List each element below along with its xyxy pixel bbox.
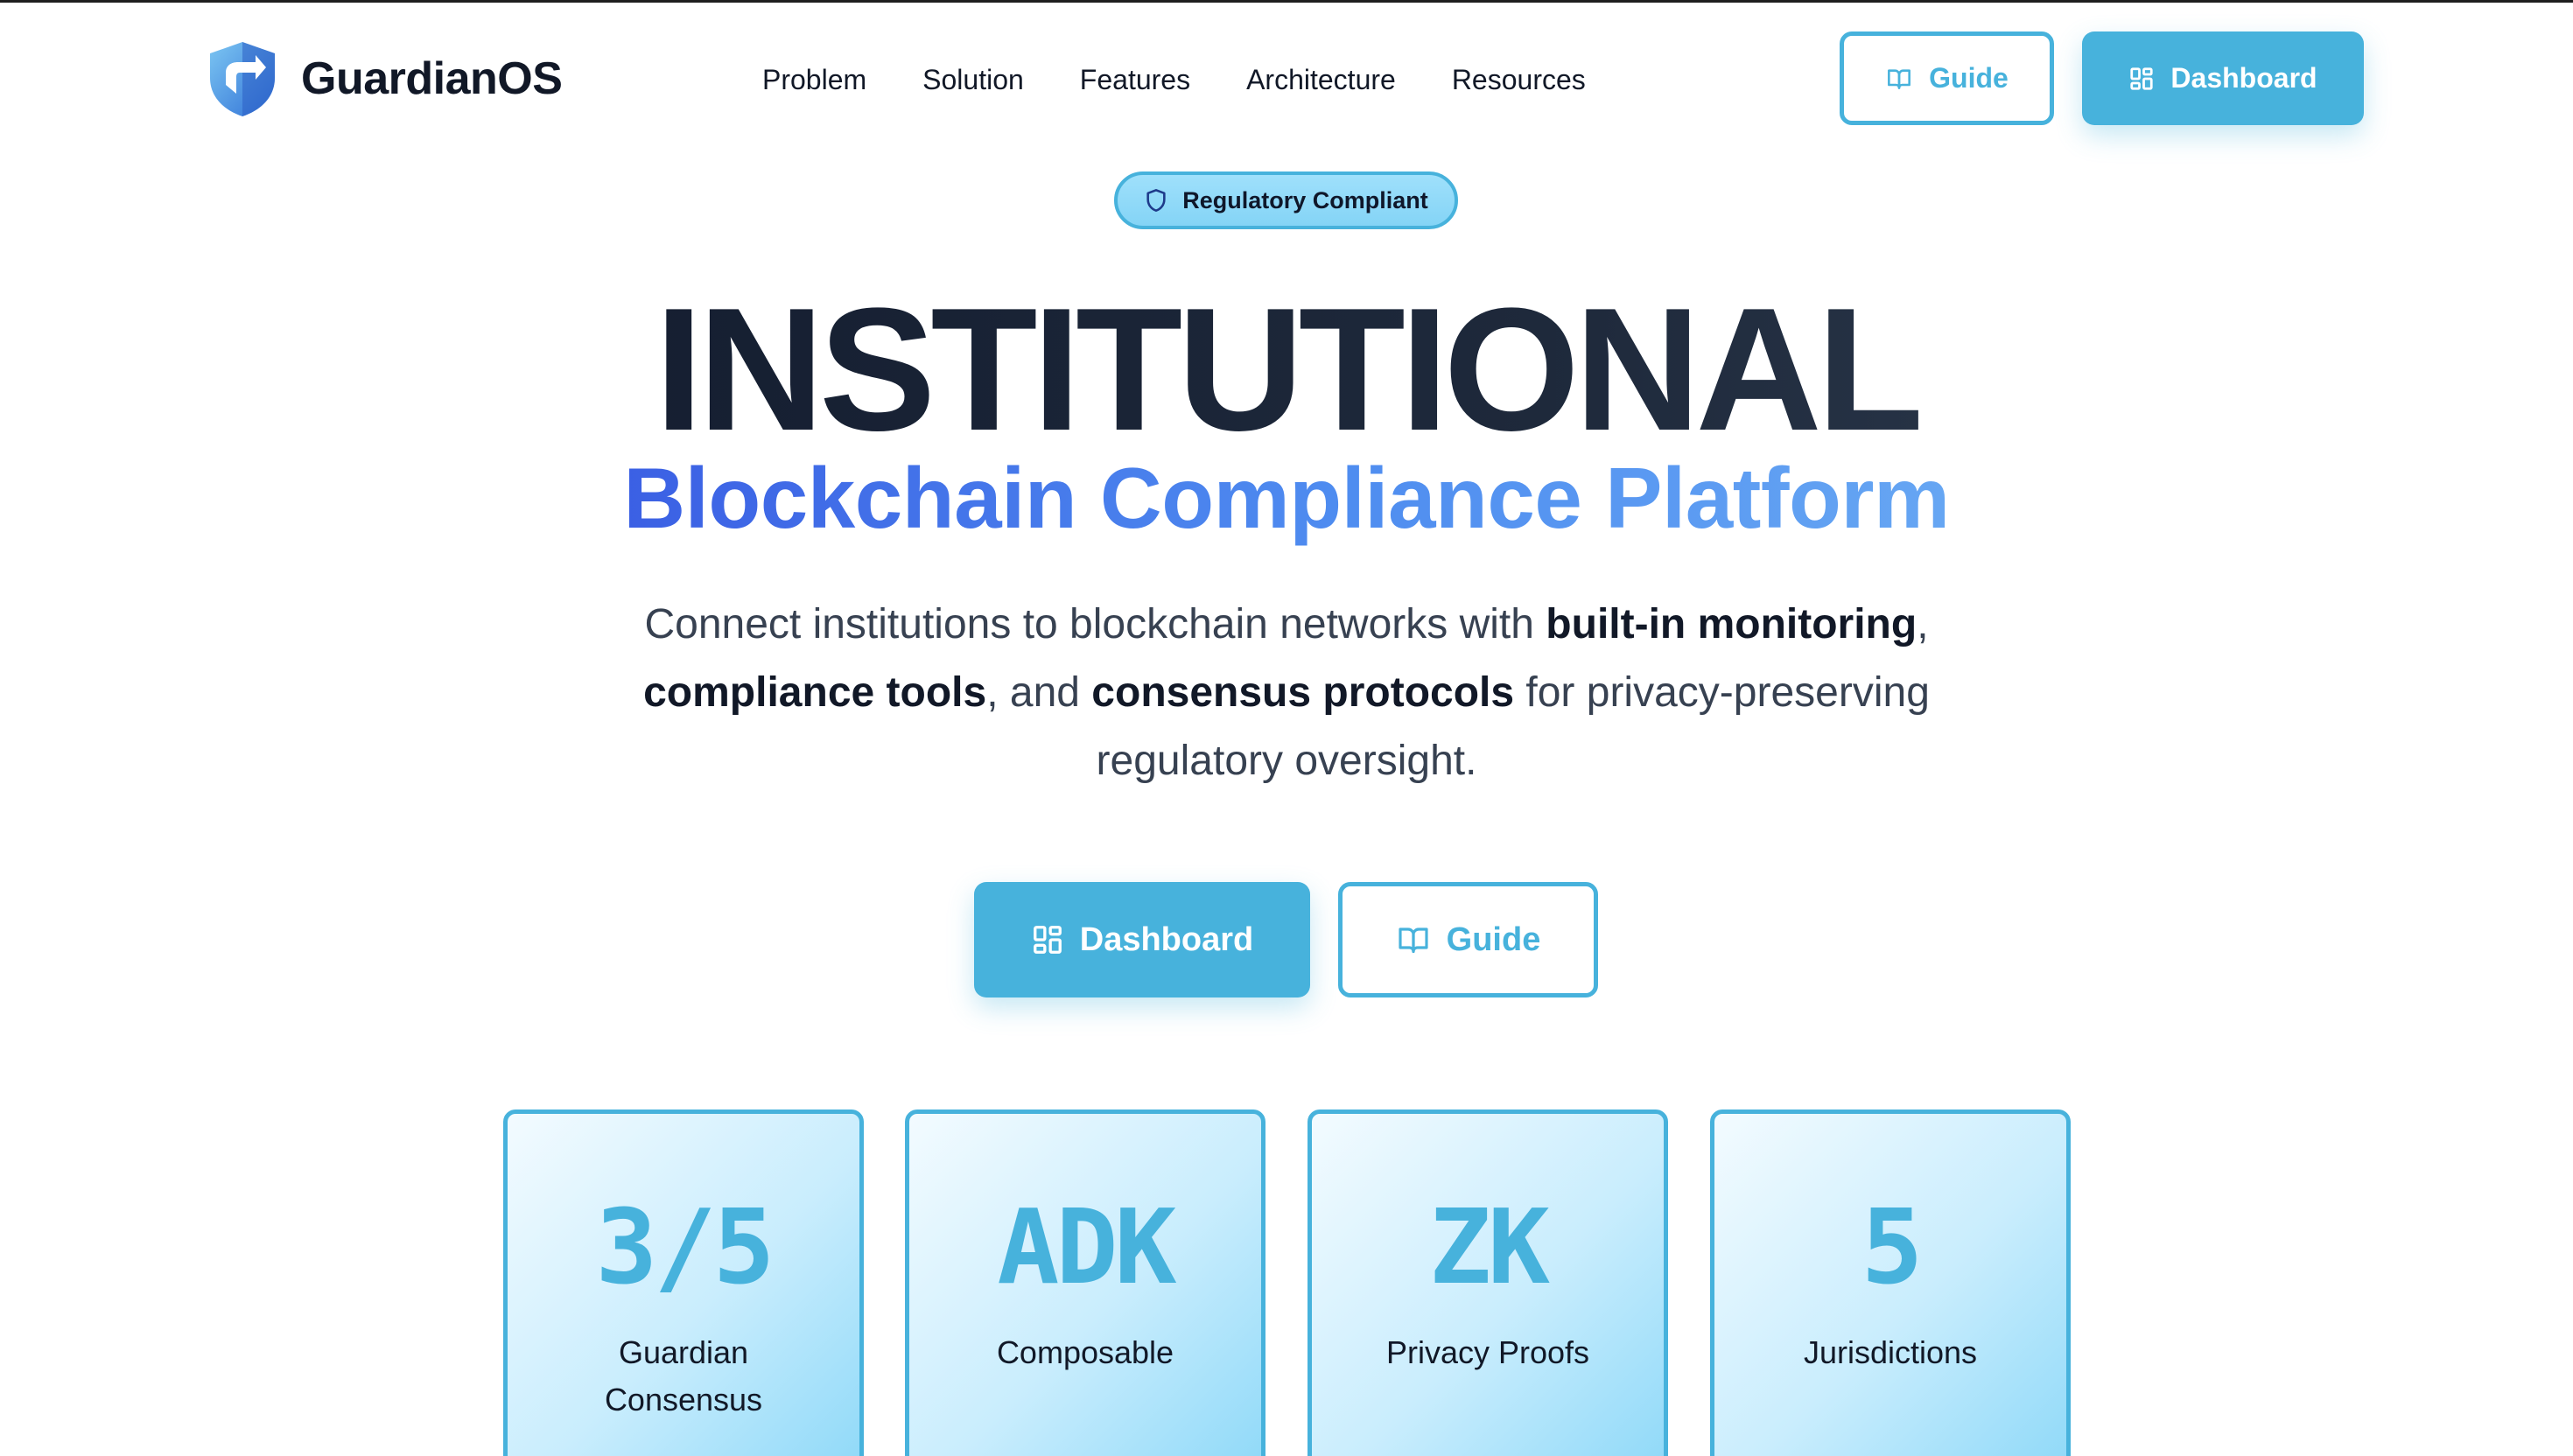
nav-link-resources[interactable]: Resources — [1452, 64, 1586, 96]
desc-bold-compliance: compliance tools — [643, 669, 987, 716]
desc-bold-consensus: consensus protocols — [1091, 669, 1515, 716]
hero-subheadline-text: Blockchain Compliance Platform — [623, 450, 1950, 546]
stat-value: ADK — [997, 1186, 1176, 1307]
book-open-icon — [1888, 68, 1911, 89]
hero-headline: INSTITUTIONAL — [0, 283, 2573, 458]
nav-guide-button[interactable]: Guide — [1840, 32, 2054, 125]
stat-value: 3/5 — [595, 1186, 775, 1307]
stat-value: ZK — [1428, 1186, 1550, 1307]
stat-label: Guardian Consensus — [604, 1334, 763, 1418]
nav-link-features[interactable]: Features — [1080, 64, 1190, 96]
stat-label: Privacy Proofs — [1385, 1334, 1590, 1370]
hero-guide-label: Guide — [1446, 920, 1541, 958]
stat-value: 5 — [1861, 1186, 1923, 1307]
stat-card-jurisdictions: 5 Jurisdictions — [1710, 1110, 2071, 1456]
brand-name: GuardianOS — [301, 53, 563, 104]
shield-logo-icon — [210, 42, 275, 116]
badge-label: Regulatory Compliant — [1182, 186, 1428, 214]
book-open-icon — [1399, 928, 1428, 954]
desc-bold-monitoring: built-in monitoring — [1546, 601, 1917, 648]
nav-dashboard-button[interactable]: Dashboard — [2082, 32, 2364, 125]
top-navbar: GuardianOS Problem Solution Features Arc… — [0, 3, 2573, 157]
hero-dashboard-button[interactable]: Dashboard — [974, 882, 1310, 998]
hero-guide-button[interactable]: Guide — [1338, 882, 1598, 998]
hero-description: Connect institutions to blockchain netwo… — [578, 591, 1995, 795]
desc-text-3: , and — [986, 669, 1092, 716]
primary-nav: Problem Solution Features Architecture R… — [762, 57, 1586, 102]
layout-grid-icon — [1033, 926, 1062, 954]
nav-guide-label: Guide — [1929, 62, 2009, 94]
desc-text-2: , — [1917, 601, 1929, 648]
nav-link-architecture[interactable]: Architecture — [1246, 64, 1396, 96]
stat-card-consensus: 3/5 Guardian Consensus — [503, 1110, 864, 1456]
regulatory-badge: Regulatory Compliant — [1114, 172, 1458, 229]
hero-dashboard-label: Dashboard — [1079, 920, 1254, 958]
desc-text-1: Connect institutions to blockchain netwo… — [644, 601, 1546, 648]
stat-label: Jurisdictions — [1803, 1334, 1978, 1370]
layout-grid-icon — [2130, 66, 2154, 90]
shield-icon — [1146, 189, 1166, 212]
stat-card-privacy: ZK Privacy Proofs — [1308, 1110, 1668, 1456]
stat-label: Composable — [996, 1334, 1174, 1370]
nav-link-solution[interactable]: Solution — [922, 64, 1024, 96]
nav-link-problem[interactable]: Problem — [762, 64, 866, 96]
nav-dashboard-label: Dashboard — [2170, 62, 2317, 94]
hero-subheadline: Blockchain Compliance Platform — [0, 447, 2573, 549]
stat-card-composable: ADK Composable — [905, 1110, 1265, 1456]
brand-logo-link[interactable]: GuardianOS — [207, 39, 563, 118]
